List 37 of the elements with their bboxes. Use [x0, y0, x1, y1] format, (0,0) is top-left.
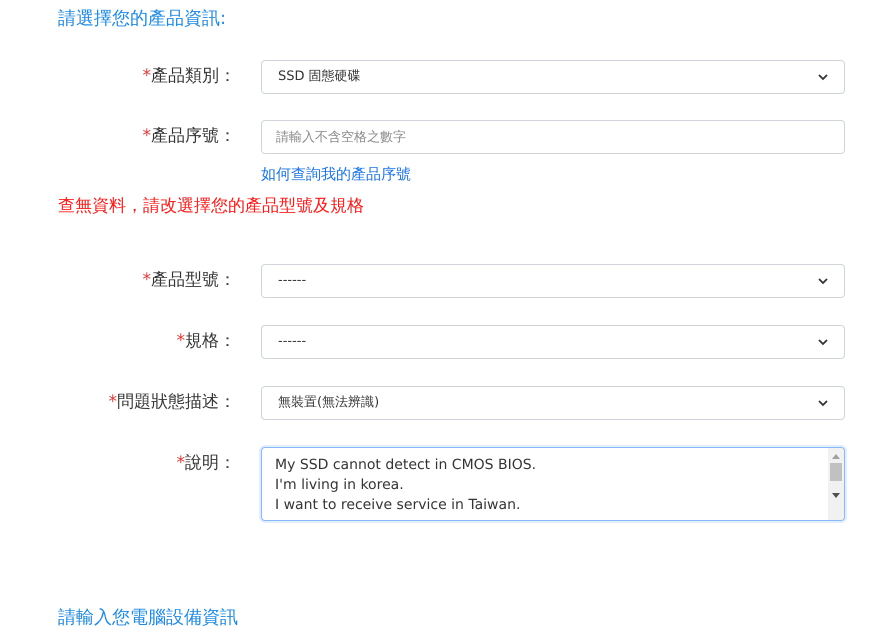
section-title: 請輸入您電腦設備資訊 [58, 606, 239, 630]
scroll-down-icon[interactable] [832, 493, 840, 498]
section-title: 請選擇您的產品資訊: [58, 7, 228, 31]
required-asterisk: * [142, 125, 151, 148]
dropdown-value: 無裝置(無法辨識) [278, 394, 380, 412]
dropdown-value: SSD 固態硬碟 [278, 68, 361, 86]
required-asterisk: * [108, 391, 117, 414]
error-message: 查無資料，請改選擇您的產品型號及規格 [58, 194, 365, 218]
dropdown[interactable]: SSD 固態硬碟 [261, 60, 845, 94]
chevron-down-icon [818, 338, 828, 346]
field-label: 產品類別： [151, 65, 236, 88]
dropdown-value: ------ [278, 333, 306, 352]
dropdown[interactable]: ------ [261, 325, 845, 359]
scroll-up-icon[interactable] [832, 454, 840, 459]
text-line: My SSD cannot detect in CMOS BIOS. [275, 456, 538, 475]
field-label: 產品序號： [151, 125, 236, 148]
chevron-down-icon [818, 278, 828, 284]
chevron-down-icon [818, 74, 828, 80]
dropdown[interactable]: 無裝置(無法辨識) [261, 386, 845, 420]
scroll-thumb[interactable] [830, 463, 842, 481]
field-label: 產品型號： [151, 269, 236, 292]
dropdown-value: ------ [278, 272, 306, 290]
text-line: I'm living in korea. [275, 476, 405, 495]
field-label: 說明： [185, 452, 236, 476]
chevron-down-icon [818, 400, 828, 406]
required-asterisk: * [176, 452, 185, 476]
text-line: I want to receive service in Taiwan. [275, 496, 522, 515]
help-link[interactable]: 如何查詢我的產品序號 [261, 163, 845, 186]
field-label: 問題狀態描述： [117, 391, 236, 414]
scrollbar[interactable] [828, 448, 844, 520]
input-field[interactable]: 請輸入不含空格之數字 [261, 120, 845, 154]
required-asterisk: * [142, 65, 151, 88]
field-label: 規格： [185, 330, 236, 354]
text-area[interactable]: My SSD cannot detect in CMOS BIOS. I'm living in korea. I want to receive service in Taiwan. [261, 447, 845, 521]
required-asterisk: * [142, 269, 151, 292]
dropdown[interactable]: ------ [261, 264, 845, 298]
required-asterisk: * [176, 330, 185, 354]
